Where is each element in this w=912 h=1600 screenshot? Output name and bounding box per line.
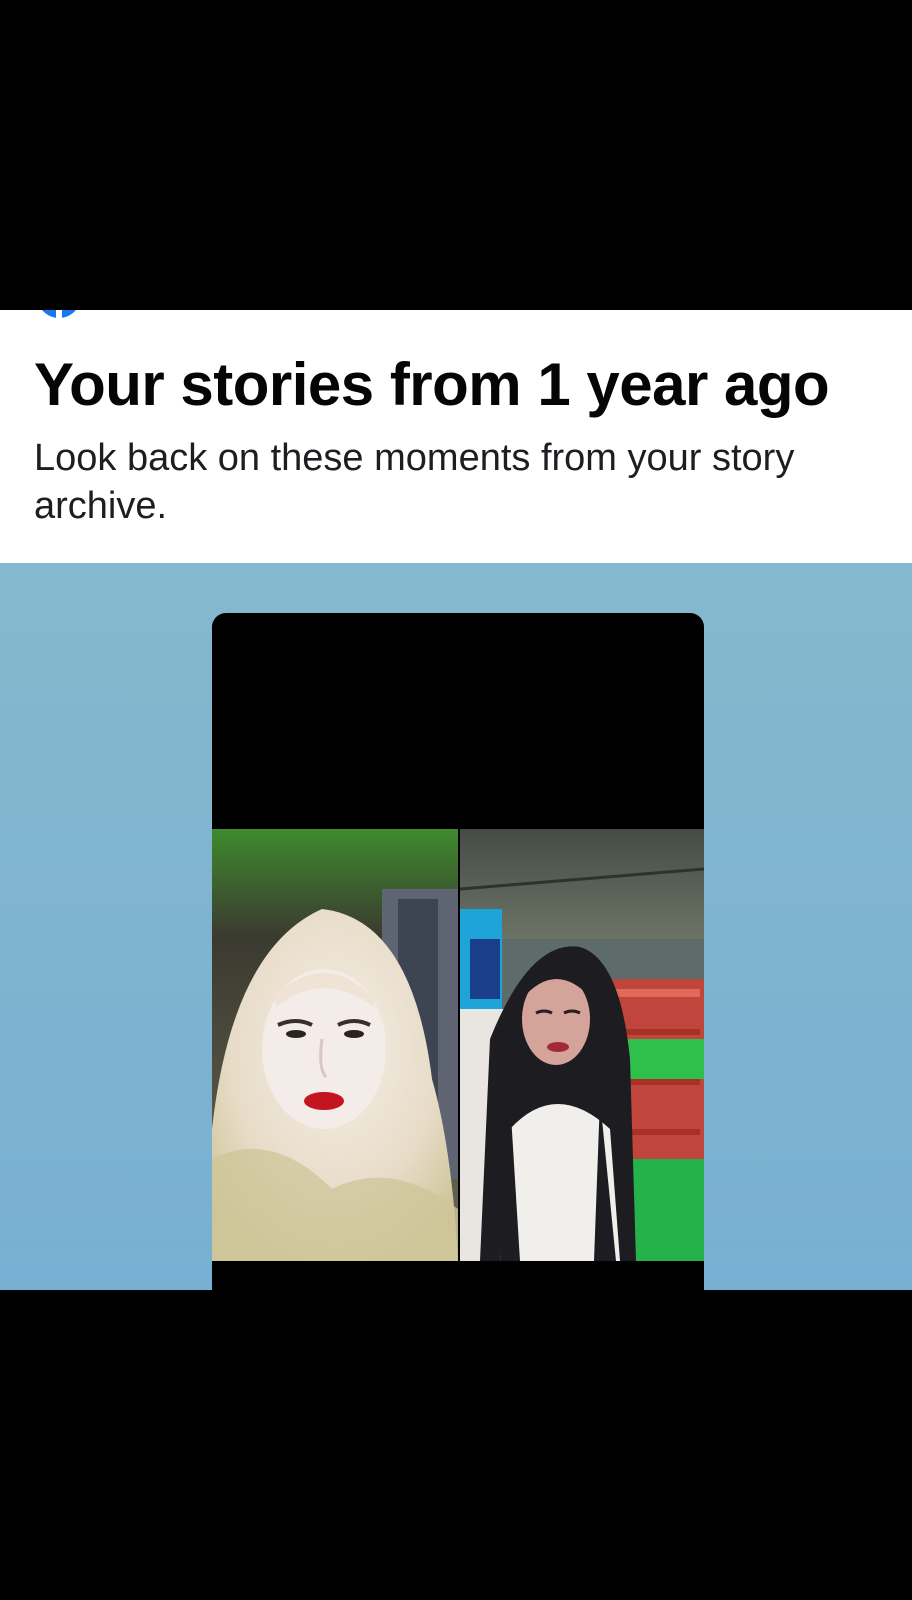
video-letterbox-bottom [0,1290,912,1600]
memory-title: Your stories from 1 year ago [34,351,830,418]
woman-long-hair-image [460,829,704,1261]
facebook-logo-icon [36,310,82,322]
memory-subtitle: Look back on these moments from your sto… [34,437,795,527]
memory-hero [0,563,912,1290]
video-letterbox-top [0,0,912,310]
story-panel-left [212,829,458,1261]
memory-card[interactable]: Your stories from 1 year ago Look back o… [0,310,912,1290]
screen: Your stories from 1 year ago Look back o… [0,0,912,1600]
story-thumbnail[interactable] [212,613,704,1290]
woman-in-hijab-image [212,829,458,1261]
story-panel-right [460,829,704,1261]
